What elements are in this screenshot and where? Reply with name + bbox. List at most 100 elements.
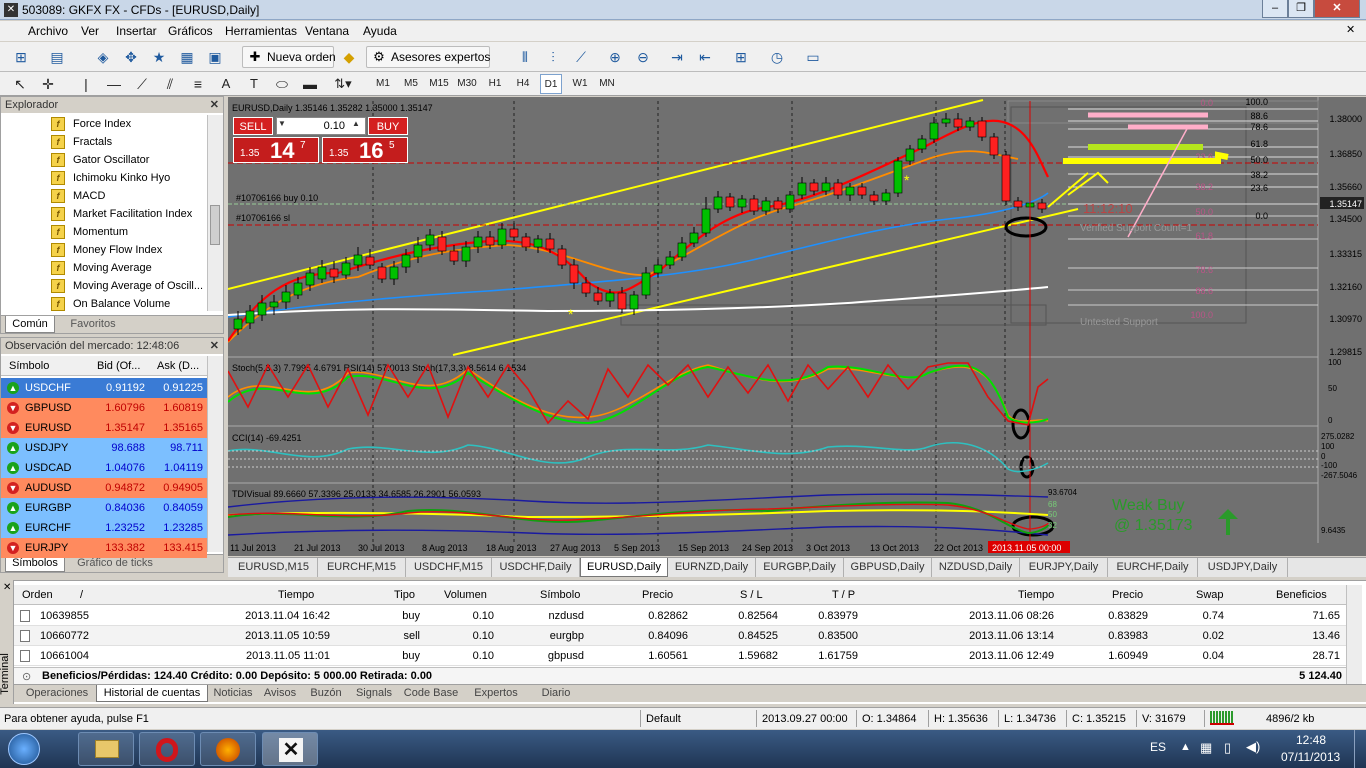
col-tp[interactable]: T / P (832, 589, 855, 601)
market-watch-icon[interactable]: ◈ (92, 46, 114, 68)
indicator-item[interactable]: f Moving Average (51, 259, 152, 277)
crosshair-icon[interactable]: ✛ (38, 74, 58, 94)
col-swap[interactable]: Swap (1196, 589, 1224, 601)
terminal-tab[interactable]: Signals (350, 685, 398, 702)
col-sl[interactable]: S / L (740, 589, 763, 601)
col-volumen[interactable]: Volumen (444, 589, 487, 601)
close-icon[interactable]: ✕ (210, 338, 219, 354)
indicators-icon[interactable]: ⊞ (730, 46, 752, 68)
terminal-tab[interactable]: Noticias (208, 685, 258, 702)
new-order-button[interactable]: ✚ Nueva orden (242, 46, 336, 68)
col-tipo[interactable]: Tipo (394, 589, 415, 601)
mdi-close-icon[interactable]: ✕ (1346, 23, 1355, 36)
indicator-item[interactable]: f Ichimoku Kinko Hyo (51, 169, 170, 187)
history-row[interactable]: 10661004 2013.11.05 11:01 buy 0.10 gbpusd 1.6… (14, 646, 1346, 666)
market-watch-row[interactable]: ▲ USDJPY 98.688 98.711 (1, 438, 207, 458)
horizontal-line-icon[interactable]: — (104, 74, 124, 94)
line-chart-icon[interactable]: ⟋ (570, 46, 592, 68)
minimize-button[interactable]: – (1262, 0, 1288, 18)
zoom-in-icon[interactable]: ⊕ (604, 46, 626, 68)
indicator-item[interactable]: f Moving Average of Oscill... (51, 277, 203, 295)
chart-shift-icon[interactable]: ⇤ (694, 46, 716, 68)
tf-m1[interactable]: M1 (372, 74, 394, 94)
market-watch-row[interactable]: ▲ USDCHF 0.91192 0.91225 (1, 378, 207, 398)
menu-ventana[interactable]: Ventana (305, 24, 349, 38)
tf-m5[interactable]: M5 (400, 74, 422, 94)
close-button[interactable]: ✕ (1314, 0, 1360, 18)
clock-time[interactable]: 12:48 (1296, 733, 1326, 747)
profiles-icon[interactable]: ▤ (46, 46, 68, 68)
col-tiempo[interactable]: Tiempo (278, 589, 314, 601)
col-symbol[interactable]: Símbolo (9, 360, 49, 372)
sell-button[interactable]: SELL (233, 117, 273, 135)
tab-comun[interactable]: Común (5, 316, 55, 333)
tab-favoritos[interactable]: Favoritos (61, 316, 125, 333)
tf-h4[interactable]: H4 (512, 74, 534, 94)
indicator-item[interactable]: f Gator Oscillator (51, 151, 149, 169)
start-button[interactable] (8, 733, 40, 765)
tf-d1[interactable]: D1 (540, 74, 562, 94)
col-orden[interactable]: Orden (22, 589, 53, 601)
candlestick-icon[interactable]: ⫶ (542, 46, 564, 68)
market-watch-row[interactable]: ▼ GBPUSD 1.60796 1.60819 (1, 398, 207, 418)
battery-icon[interactable]: ▯ (1224, 740, 1231, 756)
navigator-scrollbar[interactable] (207, 115, 223, 311)
close-icon[interactable]: ✕ (210, 97, 219, 113)
navigator-icon[interactable]: ★ (148, 46, 170, 68)
buy-price-box[interactable]: 1.35 16 5 (322, 137, 408, 163)
tf-m30[interactable]: M30 (454, 74, 480, 94)
meta-editor-icon[interactable]: ◆ (338, 46, 360, 68)
firefox-task[interactable] (200, 732, 256, 766)
col-beneficios[interactable]: Beneficios (1276, 589, 1327, 601)
col-tiempo-cierre[interactable]: Tiempo (1018, 589, 1054, 601)
chart-tab[interactable]: EURJPY,Daily (1020, 558, 1108, 577)
indicator-item[interactable]: f On Balance Volume (51, 295, 170, 313)
market-watch-row[interactable]: ▼ EURJPY 133.382 133.415 (1, 538, 207, 558)
templates-icon[interactable]: ▭ (802, 46, 824, 68)
chart-tab[interactable]: EURUSD,M15 (230, 558, 318, 577)
indicator-item[interactable]: f Force Index (51, 115, 131, 133)
chart-tab[interactable]: EURNZD,Daily (668, 558, 756, 577)
chart-tab[interactable]: USDCHF,Daily (492, 558, 580, 577)
expert-advisors-button[interactable]: ⚙ Asesores expertos (366, 46, 490, 68)
cursor-icon[interactable]: ↖ (10, 74, 30, 94)
data-window-icon[interactable]: ✥ (120, 46, 142, 68)
indicator-item[interactable]: f Fractals (51, 133, 112, 151)
terminal-tab[interactable]: Buzón (302, 685, 350, 702)
close-icon[interactable]: ✕ (3, 582, 11, 593)
show-desktop-button[interactable] (1354, 730, 1366, 768)
periods-icon[interactable]: ◷ (766, 46, 788, 68)
lot-increase-icon[interactable]: ▲ (352, 119, 360, 128)
channel-icon[interactable]: ⫽ (160, 74, 180, 94)
terminal-tab[interactable]: Avisos (258, 685, 302, 702)
market-watch-row[interactable]: ▲ EURCHF 1.23252 1.23285 (1, 518, 207, 538)
tf-mn[interactable]: MN (596, 74, 618, 94)
maximize-button[interactable]: ❐ (1288, 0, 1314, 18)
market-watch-row[interactable]: ▲ EURGBP 0.84036 0.84059 (1, 498, 207, 518)
market-watch-row[interactable]: ▼ AUDUSD 0.94872 0.94905 (1, 478, 207, 498)
col-precio[interactable]: Precio (642, 589, 673, 601)
indicator-item[interactable]: f MACD (51, 187, 105, 205)
col-precio-cierre[interactable]: Precio (1112, 589, 1143, 601)
chart-tab[interactable]: EURCHF,Daily (1108, 558, 1198, 577)
market-watch-row[interactable]: ▲ USDCAD 1.04076 1.04119 (1, 458, 207, 478)
col-simbolo[interactable]: Símbolo (540, 589, 580, 601)
menu-graficos[interactable]: Gráficos (168, 24, 213, 38)
terminal-tab[interactable]: Code Base (398, 685, 464, 702)
indicator-item[interactable]: f Momentum (51, 223, 128, 241)
chart-tab[interactable]: NZDUSD,Daily (932, 558, 1020, 577)
history-row[interactable]: 10660772 2013.11.05 10:59 sell 0.10 eurgbp 0.… (14, 626, 1346, 646)
chart-tab[interactable]: USDCHF,M15 (406, 558, 492, 577)
explorer-task[interactable] (78, 732, 134, 766)
ellipse-icon[interactable]: ⬭ (272, 74, 292, 94)
terminal-scrollbar[interactable] (1346, 585, 1362, 684)
mt4-task[interactable]: ✕ (262, 732, 318, 766)
terminal-tab[interactable]: Expertos (464, 685, 528, 702)
show-hidden-icons-icon[interactable]: ▲ (1180, 741, 1191, 753)
indicator-item[interactable]: f Market Facilitation Index (51, 205, 192, 223)
text-icon[interactable]: A (216, 74, 236, 94)
text-label-icon[interactable]: T (244, 74, 264, 94)
tf-w1[interactable]: W1 (569, 74, 591, 94)
price-chart[interactable]: 1.38000 1.36850 1.35660 1.35147 1.34500 1.333… (227, 97, 1366, 556)
market-watch-row[interactable]: ▼ EURUSD 1.35147 1.35165 (1, 418, 207, 438)
